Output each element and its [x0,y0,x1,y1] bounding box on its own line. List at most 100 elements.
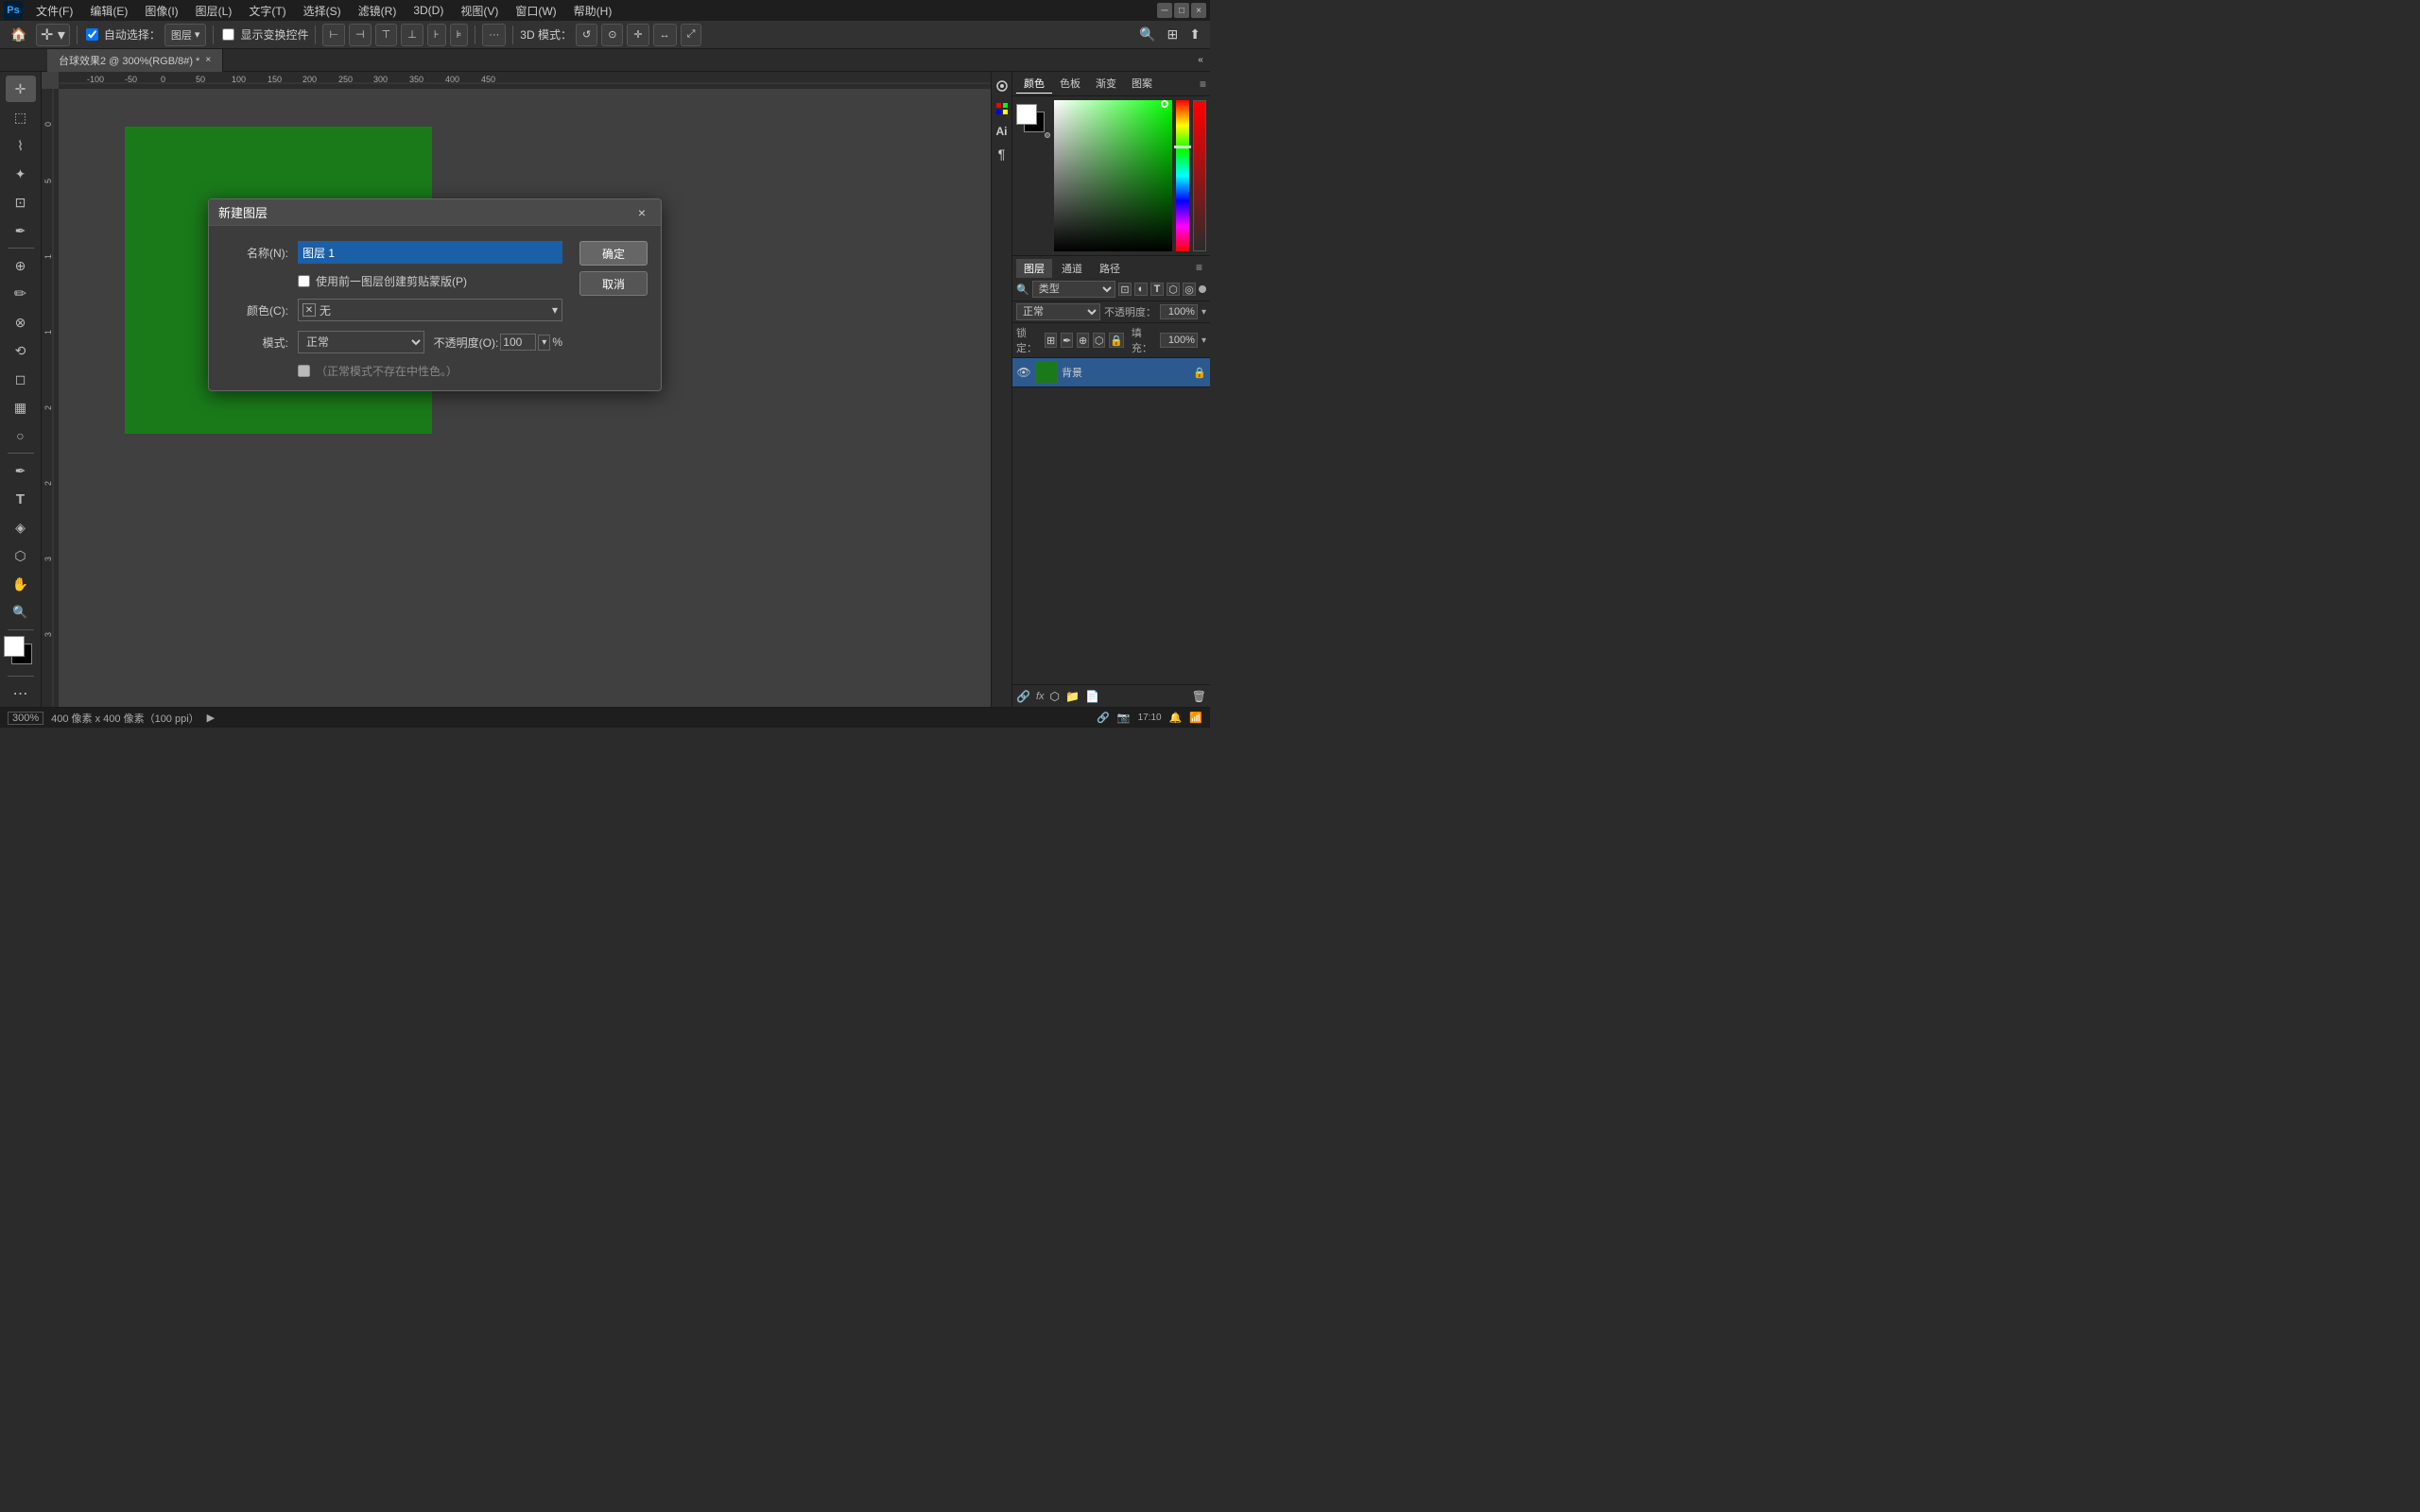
fill-arrow[interactable]: ▾ [1201,335,1206,346]
dialog-mode-select[interactable]: 正常 [298,331,424,353]
layers-tab-paths[interactable]: 路径 [1092,259,1128,278]
search-icon[interactable]: 🔍 [1135,26,1159,43]
add-mask-btn[interactable]: ⬡ [1050,690,1060,703]
tab-swatches[interactable]: 色板 [1052,74,1088,94]
align-left[interactable]: ⊢ [322,24,345,46]
blend-mode-select[interactable]: 正常 [1016,303,1100,320]
window-minimize[interactable]: ─ [1157,3,1172,18]
eraser-tool[interactable]: ◻ [6,366,36,392]
3d-roll[interactable]: ⊙ [601,24,623,46]
lock-position-icon[interactable]: ✒ [1061,333,1073,348]
opacity-arrow[interactable]: ▾ [1201,307,1206,318]
menu-help[interactable]: 帮助(H) [566,1,620,21]
brush-tool[interactable]: ✏ [6,281,36,307]
layer-item-background[interactable]: 👁 背景 🔒 [1012,358,1210,387]
menu-image[interactable]: 图像(I) [137,1,185,21]
3d-pan[interactable]: ✛ [627,24,648,46]
transform-checkbox[interactable] [222,28,234,41]
align-center-v[interactable]: ⊦ [427,24,446,46]
create-group-btn[interactable]: 📁 [1065,690,1080,703]
use-prev-layer-checkbox[interactable] [298,275,310,287]
dodge-tool[interactable]: ○ [6,422,36,449]
tab-color[interactable]: 颜色 [1016,74,1052,94]
home-icon[interactable]: 🏠 [6,24,32,46]
move-tool-options[interactable]: ✛ ▾ [36,24,70,46]
create-layer-btn[interactable]: 📄 [1085,690,1099,703]
gradient-tool[interactable]: ▦ [6,394,36,421]
lock-pixel-icon[interactable]: ⊞ [1045,333,1057,348]
select-rect-tool[interactable]: ⬚ [6,104,36,130]
dialog-close-btn[interactable]: × [632,203,651,222]
tab-pattern[interactable]: 图案 [1124,74,1160,94]
document-tab[interactable]: 台球效果2 @ 300%(RGB/8#) * × [47,49,223,72]
color-swatches[interactable] [4,636,38,670]
menu-window[interactable]: 窗口(W) [508,1,563,21]
menu-layer[interactable]: 图层(L) [188,1,240,21]
menu-edit[interactable]: 编辑(E) [82,1,135,21]
pixel-filter-icon[interactable]: ⊡ [1118,283,1132,296]
paragraph-icon[interactable]: ¶ [994,144,1011,164]
magic-wand-tool[interactable]: ✦ [6,161,36,187]
hue-bar[interactable] [1176,100,1189,251]
layer-fx-btn[interactable]: fx [1036,691,1045,702]
zoom-tool[interactable]: 🔍 [6,599,36,626]
shape-tool[interactable]: ⬡ [6,542,36,569]
share-icon[interactable]: ⬆ [1185,26,1204,43]
window-close[interactable]: × [1191,3,1206,18]
auto-select-checkbox[interactable] [86,28,98,41]
zoom-level[interactable]: 300% [8,712,43,725]
lock-all-icon[interactable]: 🔒 [1109,333,1124,348]
panel-collapse[interactable]: « [1191,49,1210,72]
filter-type-select[interactable]: 类型 [1032,281,1115,298]
layers-panel-menu[interactable]: ≡ [1192,259,1206,278]
ai-icon[interactable]: Ai [994,121,1011,142]
move-tool[interactable]: ✛ [6,76,36,102]
3d-slide[interactable]: ↔ [653,24,677,46]
link-layers-btn[interactable]: 🔗 [1016,690,1030,703]
window-maximize[interactable]: □ [1174,3,1189,18]
hand-tool[interactable]: ✋ [6,571,36,597]
3d-rotate[interactable]: ↺ [576,24,597,46]
foreground-color-swatch[interactable] [4,636,25,657]
align-top[interactable]: ⊥ [401,24,424,46]
color-swatch-fg-mini[interactable] [1016,104,1037,125]
dialog-cancel-btn[interactable]: 取消 [579,271,648,296]
smart-filter-icon[interactable]: ◎ [1183,283,1196,296]
dialog-opacity-input[interactable] [500,334,536,351]
more-tools-btn[interactable]: ⋯ [6,680,36,707]
fill-input[interactable] [1160,333,1198,348]
eyedropper-tool[interactable]: ✒ [6,217,36,244]
arrange-icon[interactable]: ⊞ [1164,26,1183,43]
pen-tool[interactable]: ✒ [6,457,36,484]
text-tool[interactable]: T [6,486,36,512]
clone-tool[interactable]: ⊗ [6,309,36,335]
lock-art-icon[interactable]: ⊕ [1077,333,1089,348]
status-arrow[interactable]: ▶ [207,712,215,724]
dialog-opacity-dropdown[interactable]: ▾ [538,335,550,351]
dialog-color-select[interactable]: ✕ 无 ▾ [298,299,562,321]
dialog-name-input[interactable] [298,241,562,264]
align-bottom[interactable]: ⊧ [450,24,469,46]
panel-menu-icon[interactable]: ≡ [1200,77,1206,91]
neutral-color-checkbox[interactable] [298,365,310,377]
menu-select[interactable]: 选择(S) [296,1,349,21]
layer-visibility-eye[interactable]: 👁 [1016,366,1031,379]
menu-text[interactable]: 文字(T) [241,1,293,21]
shape-filter-icon[interactable]: ⬡ [1167,283,1180,296]
align-center-h[interactable]: ⊣ [349,24,372,46]
swatch-icon[interactable] [994,98,1011,119]
layers-tab-layers[interactable]: 图层 [1016,259,1052,278]
distribute-more[interactable]: ··· [482,24,506,46]
tab-close-icon[interactable]: × [205,55,211,65]
dialog-ok-btn[interactable]: 确定 [579,241,648,266]
delete-layer-btn[interactable]: 🗑 [1192,690,1206,703]
crop-tool[interactable]: ⊡ [6,189,36,215]
lock-frame-icon[interactable]: ⬡ [1093,333,1105,348]
3d-scale[interactable]: ⤢ [681,24,702,46]
opacity-gradient-bar[interactable] [1193,100,1206,251]
color-picker-icon[interactable] [994,76,1011,96]
align-right[interactable]: ⊤ [375,24,398,46]
type-filter-icon[interactable]: T [1150,283,1164,296]
menu-file[interactable]: 文件(F) [28,1,80,21]
color-gradient-picker[interactable] [1054,100,1172,251]
